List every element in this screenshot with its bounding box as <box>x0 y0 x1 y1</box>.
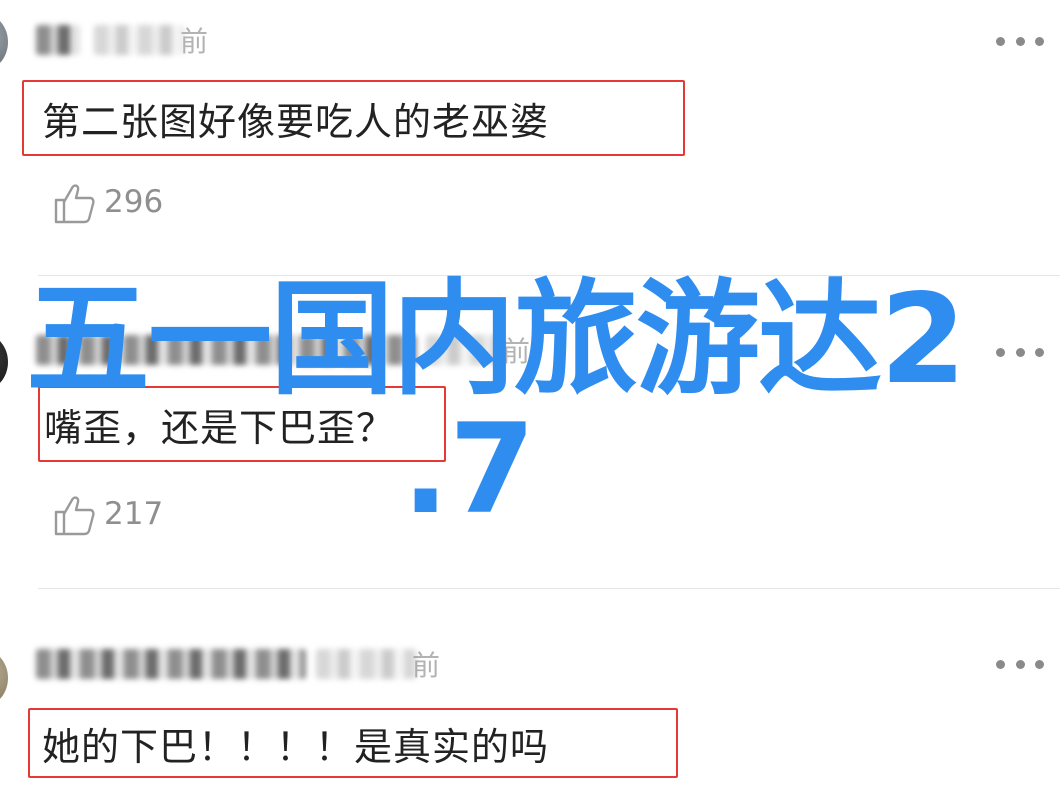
more-horizontal-icon[interactable] <box>996 34 1044 48</box>
thumbs-up-icon <box>54 496 95 536</box>
comment-meta: 前 <box>36 644 440 684</box>
divider <box>38 588 1060 589</box>
timestamp-redacted <box>316 649 416 679</box>
comment-feed: 前 第二张图好像要吃人的老巫婆 296 前 嘴歪，还是下巴歪？ 217 前 她的… <box>0 0 1060 791</box>
avatar[interactable] <box>0 334 8 390</box>
comment-meta: 前 <box>36 20 208 60</box>
timestamp-suffix: 前 <box>412 649 441 682</box>
like-count: 217 <box>104 496 164 532</box>
avatar[interactable] <box>0 650 8 706</box>
like-button[interactable]: 217 <box>52 490 163 538</box>
more-horizontal-icon[interactable] <box>996 345 1044 359</box>
comment-text: 第二张图好像要吃人的老巫婆 <box>42 99 550 144</box>
timestamp-suffix: 前 <box>180 25 209 58</box>
avatar[interactable] <box>0 14 8 70</box>
username-redacted[interactable] <box>36 25 80 55</box>
more-horizontal-icon[interactable] <box>996 657 1044 671</box>
like-count: 296 <box>104 184 164 220</box>
username-redacted[interactable] <box>36 649 306 679</box>
thumbs-up-icon <box>54 184 95 224</box>
watermark-text-continued: .7 <box>402 398 536 542</box>
comment-text-highlight: 第二张图好像要吃人的老巫婆 <box>22 80 685 156</box>
like-button[interactable]: 296 <box>52 178 163 226</box>
timestamp-redacted <box>94 25 184 55</box>
watermark-text: 五一国内旅游达2 <box>26 268 966 412</box>
comment-text-highlight: 她的下巴！！！！是真实的吗 <box>28 708 678 778</box>
comment-text: 她的下巴！！！！是真实的吗 <box>42 724 550 769</box>
